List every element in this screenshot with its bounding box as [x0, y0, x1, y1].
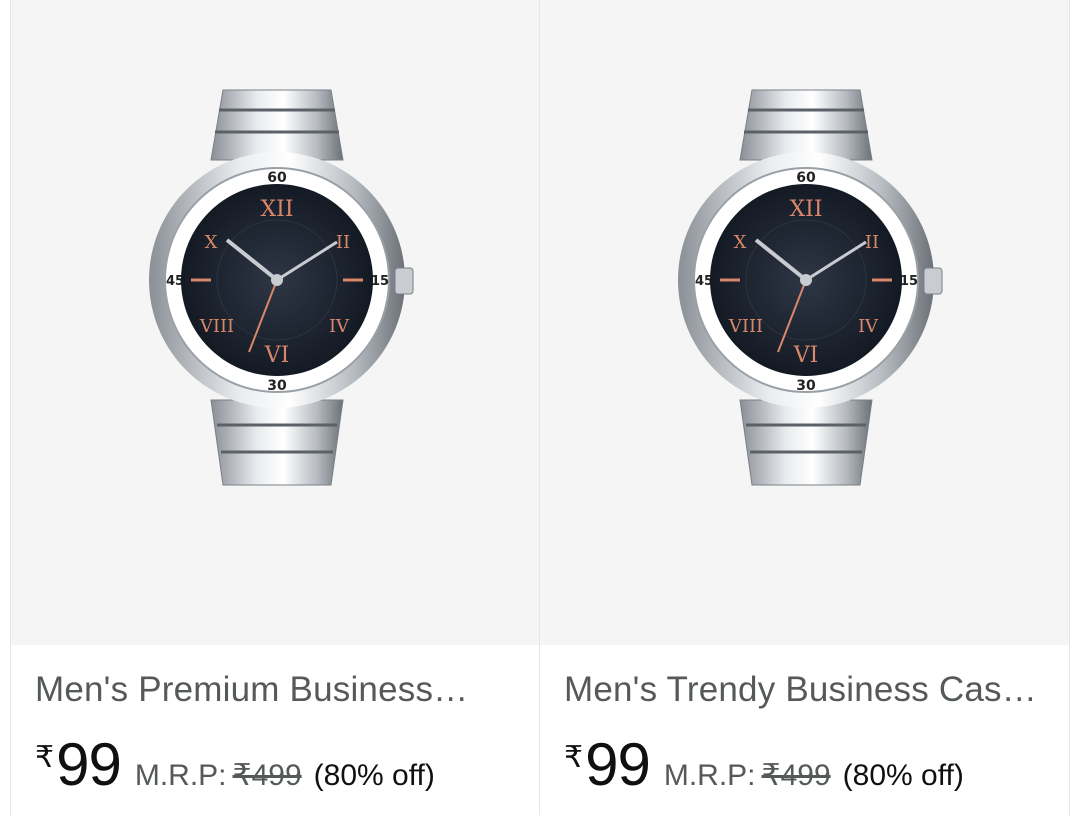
product-card[interactable]: 60 30 45 15 XII VI X II VIII IV Men's Pr… — [11, 0, 539, 815]
product-grid: 60 30 45 15 XII VI X II VIII IV Men's Pr… — [0, 0, 1080, 815]
svg-text:X: X — [734, 232, 747, 253]
discount-badge: (80% off) — [842, 759, 964, 792]
svg-text:II: II — [336, 232, 350, 253]
price: 99 — [585, 731, 651, 798]
mrp-label: M.R.P: — [663, 759, 756, 792]
mrp-label: M.R.P: — [134, 759, 227, 792]
svg-text:VIII: VIII — [728, 316, 763, 337]
svg-text:IV: IV — [858, 316, 879, 337]
product-image[interactable]: 60 30 45 15 XII VI X II VIII IV — [540, 0, 1069, 645]
svg-text:XII: XII — [789, 197, 822, 222]
svg-text:IV: IV — [329, 316, 350, 337]
svg-text:VIII: VIII — [199, 316, 234, 337]
product-title[interactable]: Men's Trendy Business Casu… — [564, 670, 1054, 710]
svg-text:VI: VI — [793, 343, 819, 368]
product-image[interactable]: 60 30 45 15 XII VI X II VIII IV — [11, 0, 539, 645]
svg-text:15: 15 — [371, 274, 389, 289]
svg-text:X: X — [205, 232, 218, 253]
currency-symbol: ₹ — [35, 741, 55, 774]
watch-image: 60 30 45 15 XII VI X II VIII IV — [149, 89, 414, 486]
price-row: ₹ 99 M.R.P: ₹499 (80% off) — [564, 730, 964, 799]
product-card[interactable]: 60 30 45 15 XII VI X II VIII IV Men's Tr — [540, 0, 1069, 815]
card-divider — [1069, 0, 1070, 815]
svg-text:15: 15 — [900, 274, 918, 289]
discount-badge: (80% off) — [313, 759, 435, 792]
svg-text:II: II — [865, 232, 879, 253]
svg-text:60: 60 — [267, 170, 287, 186]
svg-text:XII: XII — [260, 197, 293, 222]
currency-symbol: ₹ — [564, 741, 584, 774]
svg-text:60: 60 — [796, 170, 816, 186]
svg-text:30: 30 — [267, 378, 287, 394]
svg-text:30: 30 — [796, 378, 816, 394]
mrp-value: ₹499 — [232, 759, 302, 792]
svg-text:VI: VI — [264, 343, 290, 368]
price: 99 — [56, 731, 122, 798]
mrp-value: ₹499 — [761, 759, 831, 792]
product-title[interactable]: Men's Premium Business… — [35, 670, 525, 710]
price-row: ₹ 99 M.R.P: ₹499 (80% off) — [35, 730, 435, 799]
watch-image: 60 30 45 15 XII VI X II VIII IV — [678, 89, 943, 486]
